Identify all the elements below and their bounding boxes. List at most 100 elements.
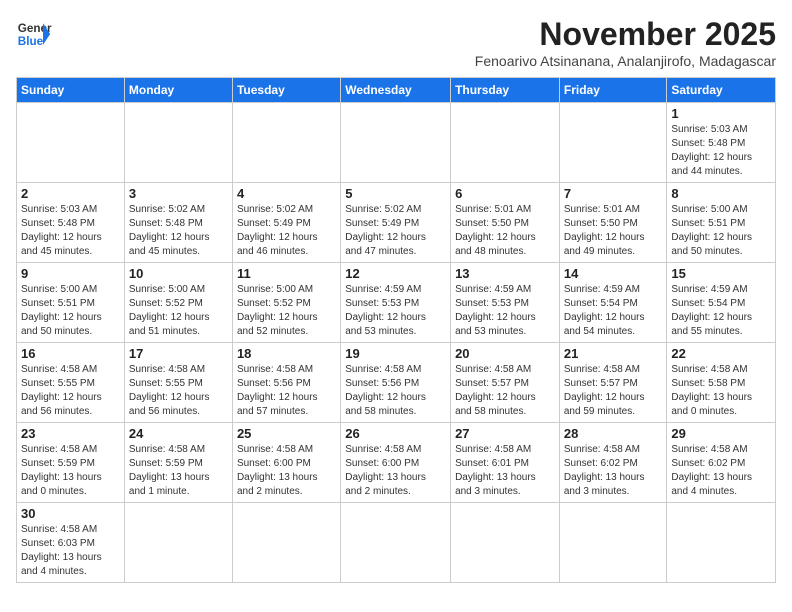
- calendar-cell: 2 Sunrise: 5:03 AM Sunset: 5:48 PM Daylig…: [17, 183, 125, 263]
- weekday-header-monday: Monday: [124, 78, 232, 103]
- calendar-cell: 25Sunrise: 4:58 AM Sunset: 6:00 PM Dayli…: [232, 423, 340, 503]
- day-info: Sunrise: 4:58 AM Sunset: 5:59 PM Dayligh…: [21, 443, 120, 499]
- calendar-cell: 7 Sunrise: 5:01 AM Sunset: 5:50 PM Daylig…: [559, 183, 667, 263]
- day-info: Sunrise: 4:59 AM Sunset: 5:54 PM Dayligh…: [564, 283, 663, 339]
- day-info: Sunrise: 4:58 AM Sunset: 5:56 PM Dayligh…: [345, 363, 446, 419]
- day-info: Sunrise: 4:59 AM Sunset: 5:53 PM Dayligh…: [455, 283, 555, 339]
- day-info: Sunrise: 4:58 AM Sunset: 5:55 PM Dayligh…: [129, 363, 228, 419]
- day-info: Sunrise: 5:00 AM Sunset: 5:51 PM Dayligh…: [21, 283, 120, 339]
- calendar-cell: 29 Sunrise: 4:58 AM Sunset: 6:02 PM Dayli…: [667, 423, 776, 503]
- calendar-cell: 30 Sunrise: 4:58 AM Sunset: 6:03 PM Dayli…: [17, 503, 125, 583]
- day-info: Sunrise: 4:58 AM Sunset: 6:02 PM Dayligh…: [671, 443, 771, 499]
- logo: General Blue: [16, 16, 52, 52]
- calendar-cell: 6 Sunrise: 5:01 AM Sunset: 5:50 PM Daylig…: [451, 183, 560, 263]
- day-number: 9: [21, 266, 120, 281]
- calendar-week-0: 1Sunrise: 5:03 AM Sunset: 5:48 PM Daylig…: [17, 103, 776, 183]
- calendar-cell: [17, 103, 125, 183]
- calendar-cell: [341, 103, 451, 183]
- calendar-cell: 10 Sunrise: 5:00 AM Sunset: 5:52 PM Dayli…: [124, 263, 232, 343]
- calendar-cell: 3 Sunrise: 5:02 AM Sunset: 5:48 PM Daylig…: [124, 183, 232, 263]
- calendar-cell: 11 Sunrise: 5:00 AM Sunset: 5:52 PM Dayli…: [232, 263, 340, 343]
- calendar-cell: [559, 103, 667, 183]
- calendar-cell: 5 Sunrise: 5:02 AM Sunset: 5:49 PM Daylig…: [341, 183, 451, 263]
- svg-text:Blue: Blue: [18, 35, 44, 48]
- day-info: Sunrise: 5:02 AM Sunset: 5:49 PM Dayligh…: [345, 203, 446, 259]
- day-info: Sunrise: 5:00 AM Sunset: 5:52 PM Dayligh…: [129, 283, 228, 339]
- calendar-week-4: 23 Sunrise: 4:58 AM Sunset: 5:59 PM Dayli…: [17, 423, 776, 503]
- day-info: Sunrise: 4:58 AM Sunset: 6:03 PM Dayligh…: [21, 523, 120, 579]
- day-number: 27: [455, 426, 555, 441]
- day-number: 18: [237, 346, 336, 361]
- day-number: 20: [455, 346, 555, 361]
- calendar-cell: [451, 103, 560, 183]
- day-number: 6: [455, 186, 555, 201]
- calendar-week-5: 30 Sunrise: 4:58 AM Sunset: 6:03 PM Dayli…: [17, 503, 776, 583]
- calendar-cell: 15 Sunrise: 4:59 AM Sunset: 5:54 PM Dayli…: [667, 263, 776, 343]
- calendar-cell: [451, 503, 560, 583]
- day-number: 17: [129, 346, 228, 361]
- day-number: 4: [237, 186, 336, 201]
- day-number: 11: [237, 266, 336, 281]
- day-info: Sunrise: 4:58 AM Sunset: 5:56 PM Dayligh…: [237, 363, 336, 419]
- day-number: 2: [21, 186, 120, 201]
- day-number: 24: [129, 426, 228, 441]
- calendar-cell: [667, 503, 776, 583]
- day-info: Sunrise: 4:58 AM Sunset: 6:02 PM Dayligh…: [564, 443, 663, 499]
- calendar-cell: 28 Sunrise: 4:58 AM Sunset: 6:02 PM Dayli…: [559, 423, 667, 503]
- calendar-cell: 24 Sunrise: 4:58 AM Sunset: 5:59 PM Dayli…: [124, 423, 232, 503]
- calendar-cell: 27 Sunrise: 4:58 AM Sunset: 6:01 PM Dayli…: [451, 423, 560, 503]
- weekday-header-tuesday: Tuesday: [232, 78, 340, 103]
- day-number: 5: [345, 186, 446, 201]
- calendar-cell: 4 Sunrise: 5:02 AM Sunset: 5:49 PM Daylig…: [232, 183, 340, 263]
- calendar-cell: 20 Sunrise: 4:58 AM Sunset: 5:57 PM Dayli…: [451, 343, 560, 423]
- day-info: Sunrise: 4:58 AM Sunset: 5:55 PM Dayligh…: [21, 363, 120, 419]
- day-number: 14: [564, 266, 663, 281]
- day-number: 7: [564, 186, 663, 201]
- calendar-cell: 22 Sunrise: 4:58 AM Sunset: 5:58 PM Dayli…: [667, 343, 776, 423]
- weekday-header-thursday: Thursday: [451, 78, 560, 103]
- day-info: Sunrise: 4:58 AM Sunset: 6:00 PM Dayligh…: [345, 443, 446, 499]
- day-info: Sunrise: 4:58 AM Sunset: 5:57 PM Dayligh…: [455, 363, 555, 419]
- calendar-cell: 1Sunrise: 5:03 AM Sunset: 5:48 PM Daylig…: [667, 103, 776, 183]
- weekday-header-sunday: Sunday: [17, 78, 125, 103]
- calendar-week-2: 9 Sunrise: 5:00 AM Sunset: 5:51 PM Daylig…: [17, 263, 776, 343]
- day-info: Sunrise: 4:58 AM Sunset: 5:57 PM Dayligh…: [564, 363, 663, 419]
- day-info: Sunrise: 5:03 AM Sunset: 5:48 PM Dayligh…: [21, 203, 120, 259]
- day-info: Sunrise: 5:02 AM Sunset: 5:48 PM Dayligh…: [129, 203, 228, 259]
- calendar-cell: 17 Sunrise: 4:58 AM Sunset: 5:55 PM Dayli…: [124, 343, 232, 423]
- logo-icon: General Blue: [16, 16, 52, 52]
- calendar-cell: [559, 503, 667, 583]
- calendar-cell: [232, 103, 340, 183]
- day-info: Sunrise: 4:58 AM Sunset: 6:01 PM Dayligh…: [455, 443, 555, 499]
- day-number: 25: [237, 426, 336, 441]
- day-info: Sunrise: 4:59 AM Sunset: 5:54 PM Dayligh…: [671, 283, 771, 339]
- day-number: 10: [129, 266, 228, 281]
- calendar-cell: [341, 503, 451, 583]
- calendar-cell: 16Sunrise: 4:58 AM Sunset: 5:55 PM Dayli…: [17, 343, 125, 423]
- calendar-cell: 21 Sunrise: 4:58 AM Sunset: 5:57 PM Dayli…: [559, 343, 667, 423]
- calendar-cell: [232, 503, 340, 583]
- day-info: Sunrise: 5:01 AM Sunset: 5:50 PM Dayligh…: [564, 203, 663, 259]
- day-number: 1: [671, 106, 771, 121]
- day-info: Sunrise: 5:02 AM Sunset: 5:49 PM Dayligh…: [237, 203, 336, 259]
- day-number: 21: [564, 346, 663, 361]
- day-number: 29: [671, 426, 771, 441]
- calendar-cell: [124, 103, 232, 183]
- calendar-cell: 9 Sunrise: 5:00 AM Sunset: 5:51 PM Daylig…: [17, 263, 125, 343]
- day-info: Sunrise: 4:58 AM Sunset: 5:59 PM Dayligh…: [129, 443, 228, 499]
- day-info: Sunrise: 4:58 AM Sunset: 5:58 PM Dayligh…: [671, 363, 771, 419]
- day-info: Sunrise: 4:59 AM Sunset: 5:53 PM Dayligh…: [345, 283, 446, 339]
- calendar-cell: 23 Sunrise: 4:58 AM Sunset: 5:59 PM Dayli…: [17, 423, 125, 503]
- weekday-header-wednesday: Wednesday: [341, 78, 451, 103]
- weekday-header-friday: Friday: [559, 78, 667, 103]
- month-title: November 2025: [475, 16, 776, 53]
- location-title: Fenoarivo Atsinanana, Analanjirofo, Mada…: [475, 53, 776, 69]
- day-number: 22: [671, 346, 771, 361]
- day-number: 30: [21, 506, 120, 521]
- day-number: 3: [129, 186, 228, 201]
- day-info: Sunrise: 5:00 AM Sunset: 5:52 PM Dayligh…: [237, 283, 336, 339]
- day-info: Sunrise: 5:01 AM Sunset: 5:50 PM Dayligh…: [455, 203, 555, 259]
- day-number: 28: [564, 426, 663, 441]
- day-number: 23: [21, 426, 120, 441]
- day-number: 15: [671, 266, 771, 281]
